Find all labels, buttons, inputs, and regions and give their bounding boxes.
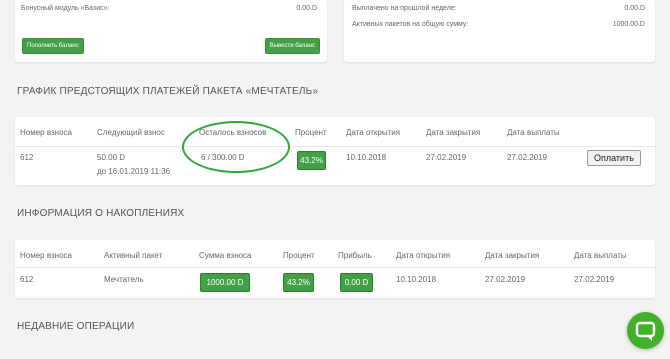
col-header-percent: Процент [295, 128, 327, 137]
balance-card: Бонусный модуль «Базис»: 0.00 D Пополнит… [15, 0, 327, 62]
payout-summary-card: Выплачено на прошлой неделе: 0.00 D Акти… [344, 0, 655, 62]
col-header-amount: Сумма взноса [199, 251, 252, 260]
col-header-active-package: Активный пакет [104, 251, 163, 260]
pay-button[interactable]: Оплатить [587, 150, 641, 166]
row-package: Мечтатель [104, 275, 144, 284]
col-header-closed: Дата закрытия [485, 251, 540, 260]
col-header-profit: Прибыль [338, 251, 372, 260]
col-header-opened: Дата открытия [396, 251, 451, 260]
row-number: 612 [20, 275, 34, 284]
percent-badge: 43.2% [297, 151, 326, 170]
paid-last-week-value: 0.00 D [624, 5, 645, 12]
paid-last-week-label: Выплачено на прошлой неделе: [352, 5, 457, 12]
col-header-next-payment: Следующий взнос [97, 128, 165, 137]
savings-section-title: ИНФОРМАЦИЯ О НАКОПЛЕНИЯХ [17, 208, 185, 219]
row-payout: 27.02.2019 [507, 153, 548, 162]
row-next-date: до 16.01.2019 11:36 [97, 167, 171, 176]
row-next-amount: 50.00 D [97, 153, 126, 162]
row-opened: 10.10.2018 [396, 275, 437, 284]
row-payout: 27.02.2019 [574, 275, 615, 284]
amount-badge: 1000.00 D [200, 273, 250, 292]
active-packages-label: Активных пакетов на общую сумму: [352, 21, 469, 28]
col-header-percent: Процент [283, 251, 315, 260]
row-closed: 27.02.2019 [426, 153, 467, 162]
row-opened: 10.10.2018 [346, 153, 387, 162]
col-header-payout: Дата выплаты [574, 251, 627, 260]
payments-table: Номер взноса Следующий взнос Осталось вз… [15, 117, 655, 185]
col-header-number: Номер взноса [20, 251, 72, 260]
chat-bubble-icon [635, 321, 656, 341]
topup-balance-button[interactable]: Пополнить баланс [22, 38, 84, 54]
bonus-module-value: 0.00 D [296, 5, 317, 12]
savings-table: Номер взноса Активный пакет Сумма взноса… [15, 240, 655, 298]
col-header-closed: Дата закрытия [426, 128, 481, 137]
recent-operations-title: НЕДАВНИЕ ОПЕРАЦИИ [17, 321, 135, 332]
withdraw-balance-button[interactable]: Вывести баланс [264, 38, 320, 54]
highlight-ellipse [182, 121, 290, 173]
active-packages-value: 1000.00 D [612, 21, 645, 28]
table-divider [15, 267, 655, 268]
percent-badge: 43.2% [283, 273, 314, 292]
chat-button[interactable] [627, 312, 664, 349]
row-closed: 27.02.2019 [485, 275, 526, 284]
table-divider [15, 146, 655, 147]
profit-badge: 0.00 D [340, 273, 373, 292]
col-header-payout: Дата выплаты [507, 128, 560, 137]
payments-section-title: ГРАФИК ПРЕДСТОЯЩИХ ПЛАТЕЖЕЙ ПАКЕТА «МЕЧТ… [17, 86, 319, 97]
bonus-module-label: Бонусный модуль «Базис»: [21, 5, 110, 12]
col-header-opened: Дата открытия [346, 128, 401, 137]
col-header-number: Номер взноса [20, 128, 72, 137]
row-number: 612 [20, 153, 34, 162]
